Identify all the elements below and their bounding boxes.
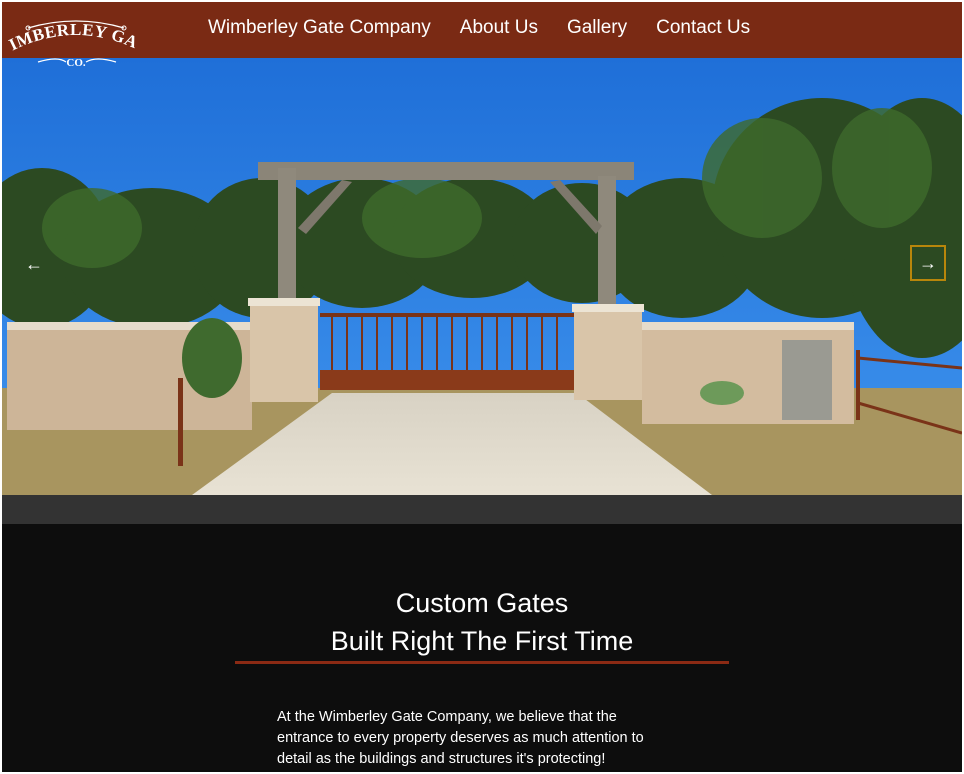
intro-paragraph: At the Wimberley Gate Company, we believ…	[277, 709, 644, 767]
hero-carousel: ← →	[2, 58, 962, 495]
heading-underline	[235, 661, 729, 664]
nav-link-about[interactable]: About Us	[460, 16, 538, 40]
carousel-next-button[interactable]: →	[910, 245, 946, 281]
logo-graphic: WIMBERLEY GATE CO.	[2, 2, 141, 69]
page-frame: Wimberley Gate Company About Us Gallery …	[2, 2, 962, 772]
hero-image-gate	[2, 58, 962, 495]
nav-link-home[interactable]: Wimberley Gate Company	[208, 16, 431, 40]
section-divider-band	[2, 495, 962, 524]
svg-text:CO.: CO.	[66, 57, 86, 69]
site-header: Wimberley Gate Company About Us Gallery …	[2, 2, 962, 58]
arrow-left-icon: ←	[25, 253, 43, 274]
section-heading-line1: Custom Gates	[395, 588, 569, 618]
intro-section: Custom Gates Built Right The First Time …	[2, 524, 962, 772]
svg-text:WIMBERLEY GATE: WIMBERLEY GATE	[8, 16, 141, 54]
main-nav: Wimberley Gate Company About Us Gallery …	[208, 16, 750, 40]
site-logo[interactable]: WIMBERLEY GATE CO.	[2, 2, 144, 76]
nav-link-contact[interactable]: Contact Us	[656, 16, 750, 40]
section-heading-line2: Built Right The First Time	[330, 626, 634, 656]
arrow-right-icon: →	[919, 252, 937, 273]
nav-link-gallery[interactable]: Gallery	[567, 16, 627, 40]
carousel-prev-button[interactable]: ←	[16, 246, 52, 282]
